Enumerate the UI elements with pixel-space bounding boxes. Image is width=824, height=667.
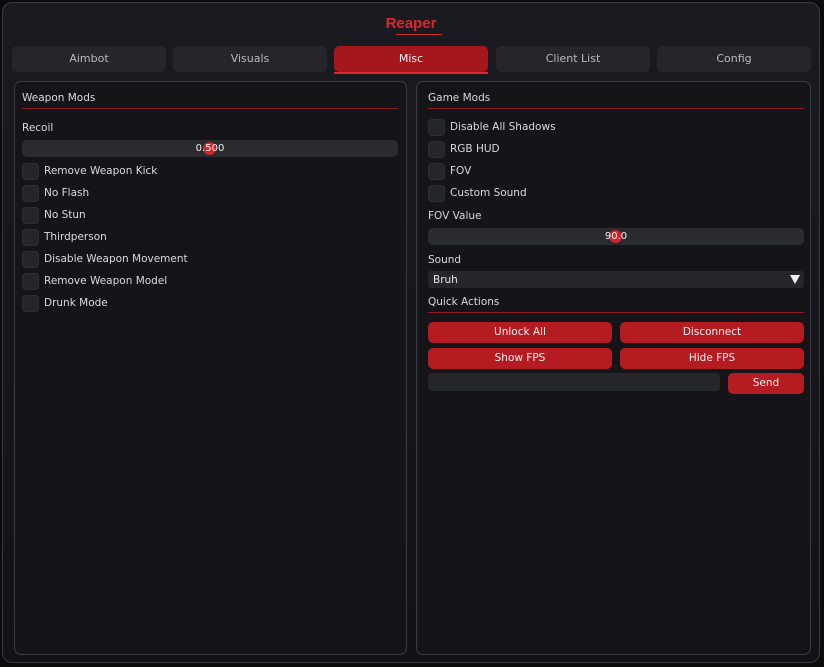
main-window: Reaper Aimbot Visuals Misc Client List C… xyxy=(2,2,820,663)
checkbox[interactable] xyxy=(428,162,445,180)
checkbox[interactable] xyxy=(22,206,39,224)
toggle-label: No Flash xyxy=(44,187,90,199)
unlock-all-button[interactable]: Unlock All xyxy=(428,322,612,343)
sound-label: Sound xyxy=(428,254,462,266)
fov-value: 90.0 xyxy=(604,231,628,242)
fov-value-label: FOV Value xyxy=(428,210,482,222)
checkbox[interactable] xyxy=(22,228,39,246)
toggle-label: Disable Weapon Movement xyxy=(44,253,188,265)
section-divider xyxy=(428,312,804,313)
checkbox[interactable] xyxy=(22,162,39,180)
triangle-down-icon xyxy=(790,275,800,284)
game-mods-panel: Game Mods Disable All Shadows RGB HUD FO… xyxy=(416,81,811,655)
tab-aimbot[interactable]: Aimbot xyxy=(12,46,166,72)
sound-dropdown[interactable]: Bruh xyxy=(428,271,804,288)
toggle-no-flash[interactable]: No Flash xyxy=(22,184,89,202)
send-button[interactable]: Send xyxy=(728,373,804,394)
tab-client-list[interactable]: Client List xyxy=(496,46,650,72)
section-divider xyxy=(428,108,804,109)
tab-visuals[interactable]: Visuals xyxy=(173,46,327,72)
checkbox[interactable] xyxy=(22,250,39,268)
hide-fps-button[interactable]: Hide FPS xyxy=(620,348,804,369)
toggle-thirdperson[interactable]: Thirdperson xyxy=(22,228,107,246)
toggle-label: RGB HUD xyxy=(450,143,500,155)
toggle-label: FOV xyxy=(450,165,472,177)
checkbox[interactable] xyxy=(428,118,445,136)
app-title: Reaper xyxy=(385,15,437,32)
tab-config[interactable]: Config xyxy=(657,46,811,72)
fov-slider[interactable]: 90.0 xyxy=(428,228,804,245)
checkbox[interactable] xyxy=(428,184,445,202)
toggle-fov[interactable]: FOV xyxy=(428,162,471,180)
toggle-drunk-mode[interactable]: Drunk Mode xyxy=(22,294,108,312)
toggle-remove-weapon-kick[interactable]: Remove Weapon Kick xyxy=(22,162,157,180)
checkbox[interactable] xyxy=(22,272,39,290)
toggle-label: Remove Weapon Model xyxy=(44,275,168,287)
show-fps-button[interactable]: Show FPS xyxy=(428,348,612,369)
toggle-label: Drunk Mode xyxy=(44,297,108,309)
toggle-label: Thirdperson xyxy=(44,231,107,243)
toggle-label: Custom Sound xyxy=(450,187,527,199)
checkbox[interactable] xyxy=(428,140,445,158)
game-mods-title: Game Mods xyxy=(428,92,491,104)
toggle-label: Remove Weapon Kick xyxy=(44,165,158,177)
weapon-mods-title: Weapon Mods xyxy=(22,92,96,104)
command-input[interactable] xyxy=(428,373,720,391)
section-divider xyxy=(22,108,398,109)
quick-actions-title: Quick Actions xyxy=(428,296,500,308)
tab-misc[interactable]: Misc xyxy=(334,46,488,74)
checkbox[interactable] xyxy=(22,294,39,312)
sound-dropdown-value: Bruh xyxy=(433,274,458,286)
disconnect-button[interactable]: Disconnect xyxy=(620,322,804,343)
toggle-label: No Stun xyxy=(44,209,86,221)
recoil-slider[interactable]: 0.500 xyxy=(22,140,398,157)
toggle-custom-sound[interactable]: Custom Sound xyxy=(428,184,527,202)
toggle-disable-weapon-movement[interactable]: Disable Weapon Movement xyxy=(22,250,188,268)
recoil-label: Recoil xyxy=(22,122,54,134)
title-underline xyxy=(396,34,442,35)
toggle-label: Disable All Shadows xyxy=(450,121,556,133)
toggle-disable-all-shadows[interactable]: Disable All Shadows xyxy=(428,118,556,136)
checkbox[interactable] xyxy=(22,184,39,202)
toggle-rgb-hud[interactable]: RGB HUD xyxy=(428,140,500,158)
recoil-value: 0.500 xyxy=(195,143,225,154)
toggle-no-stun[interactable]: No Stun xyxy=(22,206,86,224)
weapon-mods-panel: Weapon Mods Recoil 0.500 Remove Weapon K… xyxy=(14,81,407,655)
toggle-remove-weapon-model[interactable]: Remove Weapon Model xyxy=(22,272,167,290)
